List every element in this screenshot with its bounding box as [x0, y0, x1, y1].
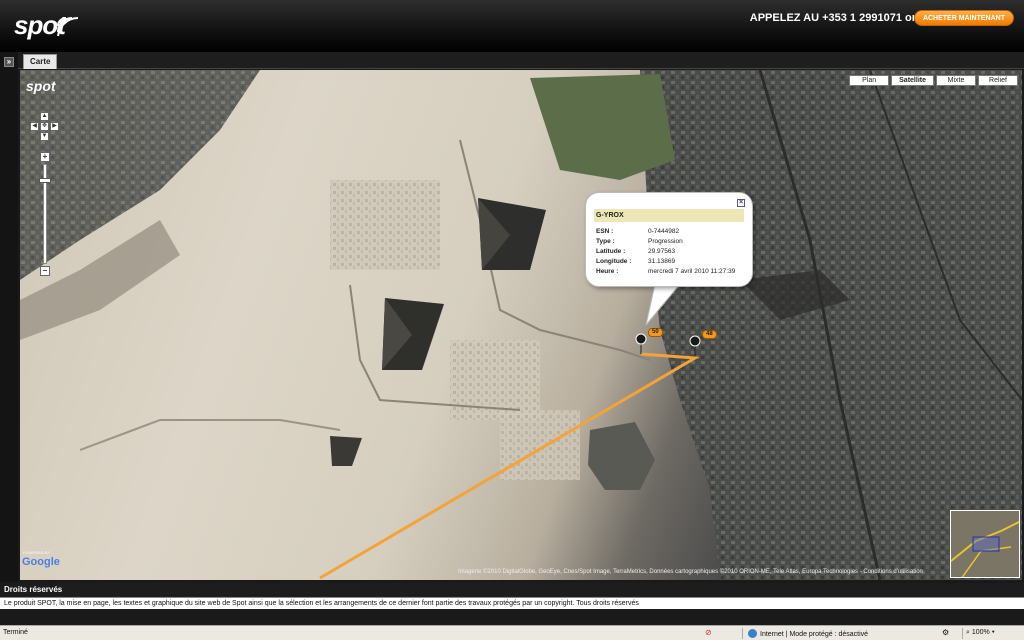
close-icon[interactable]: ×: [737, 199, 745, 207]
map-attribution[interactable]: Imagerie ©2010 DigitalGlobe, GeoEye, Cne…: [458, 569, 923, 575]
gps-track-line: [319, 352, 700, 580]
info-value: 29.97563: [648, 248, 676, 255]
info-value: 0-7444982: [648, 228, 680, 235]
info-window-details: ESN : 0-7444982 Type : Progression Latit…: [596, 227, 746, 277]
status-text: Terminé: [3, 629, 28, 636]
pan-up-icon[interactable]: ▲: [40, 112, 49, 121]
spot-logo[interactable]: spot: [14, 6, 78, 42]
globe-icon: [748, 629, 757, 638]
info-label: Latitude :: [596, 248, 626, 255]
map-spot-logo: spot: [26, 78, 56, 94]
google-wordmark: Google: [22, 556, 60, 568]
status-divider: [962, 628, 963, 639]
rights-title: Droits réservés: [0, 583, 1024, 597]
browser-page: spot APPELEZ AU +353 1 2991071 or ACHETE…: [0, 0, 1024, 640]
left-gutter: [0, 52, 18, 582]
maptype-plan[interactable]: Plan: [849, 75, 890, 86]
marker-label-48: 48: [702, 330, 717, 339]
site-header: spot APPELEZ AU +353 1 2991071 or ACHETE…: [0, 0, 1024, 52]
maptype-satellite[interactable]: Satellite: [891, 75, 934, 86]
pan-center-icon[interactable]: ✥: [40, 122, 49, 131]
page-bottom-gap: [0, 609, 1024, 625]
browser-status-bar: Terminé ⊘ Internet | Mode protégé : désa…: [0, 625, 1024, 640]
map-view[interactable]: 50 48 spot ▲ ◀ ✥ ▶ ▼ + − Plan Satellite …: [20, 70, 1022, 580]
zoom-slider-thumb[interactable]: [39, 178, 51, 183]
pan-left-icon[interactable]: ◀: [30, 122, 39, 131]
buy-now-button[interactable]: ACHETER MAINTENANT: [913, 10, 1014, 26]
overview-minimap[interactable]: [950, 510, 1020, 578]
map-type-control: Plan Satellite Mixte Relief: [849, 75, 1018, 86]
info-label: Heure :: [596, 268, 619, 275]
satellite-waves-icon: [57, 17, 78, 36]
info-window-pointer: [645, 283, 682, 326]
zoom-level[interactable]: ⌕ 100% ▾: [966, 629, 995, 637]
info-row-esn: ESN : 0-7444982: [596, 227, 746, 237]
info-window-title: G-YROX: [594, 209, 744, 222]
info-label: Type :: [596, 238, 615, 245]
zoom-text: 100%: [971, 629, 990, 636]
track-marker-2[interactable]: [689, 335, 701, 356]
pan-down-icon[interactable]: ▼: [40, 132, 49, 141]
zoom-in-button[interactable]: +: [40, 152, 50, 162]
google-logo[interactable]: POWERED BY Google: [22, 550, 60, 568]
info-row-latitude: Latitude : 29.97563: [596, 247, 746, 257]
tab-carte[interactable]: Carte: [23, 54, 58, 69]
zoom-out-button[interactable]: −: [40, 266, 50, 276]
privacy-icon[interactable]: ⊘: [705, 628, 712, 637]
marker-label-50: 50: [648, 328, 663, 337]
maptype-mixte[interactable]: Mixte: [936, 75, 976, 86]
track-marker-1[interactable]: [635, 333, 647, 354]
info-label: ESN :: [596, 228, 614, 235]
maptype-relief[interactable]: Relief: [978, 75, 1018, 86]
info-value: 31.13869: [648, 258, 676, 265]
info-row-longitude: Longitude : 31.13869: [596, 257, 746, 267]
track-line-layer: [319, 283, 701, 580]
settings-icon[interactable]: ⚙: [942, 628, 949, 637]
info-value: Progression: [648, 238, 683, 245]
expand-panel-button[interactable]: »: [4, 57, 14, 67]
powered-by-text: POWERED BY: [23, 550, 51, 555]
minimap-image: [951, 511, 1019, 577]
info-row-type: Type : Progression: [596, 237, 746, 247]
info-value: mercredi 7 avril 2010 11:27:39: [648, 268, 736, 275]
zone-text: Internet | Mode protégé : désactivé: [760, 631, 869, 638]
info-row-time: Heure : mercredi 7 avril 2010 11:27:39: [596, 267, 746, 277]
pan-control: ▲ ◀ ✥ ▶ ▼: [30, 112, 60, 142]
tab-bar: Carte: [18, 52, 1024, 69]
security-zone[interactable]: Internet | Mode protégé : désactivé: [748, 629, 868, 638]
pan-right-icon[interactable]: ▶: [50, 122, 59, 131]
phone-number: APPELEZ AU +353 1 2991071 or: [749, 12, 916, 24]
info-label: Longitude :: [596, 258, 632, 265]
info-window: × G-YROX ESN : 0-7444982 Type : Progress…: [585, 192, 753, 287]
status-divider: [742, 628, 743, 639]
rights-text: Le produit SPOT, la mise en page, les te…: [0, 597, 1024, 609]
chevron-down-icon: ▾: [989, 629, 995, 636]
